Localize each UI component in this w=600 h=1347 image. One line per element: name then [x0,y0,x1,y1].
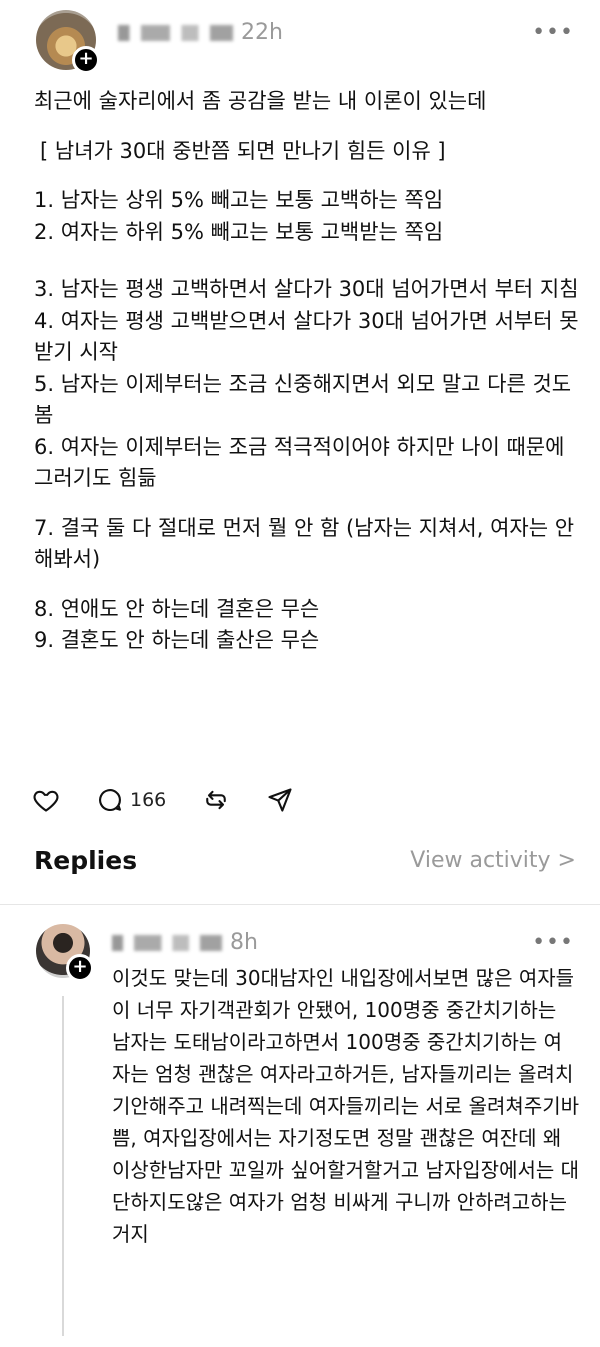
post-actions: 166 [32,786,330,814]
follow-plus-icon[interactable]: + [66,954,94,982]
post-line: 9. 결혼도 안 하는데 출산은 무슨 [34,628,320,652]
post-line: 1. 남자는 상위 5% 빼고는 보통 고백하는 쪽임 [34,188,444,212]
follow-plus-icon[interactable]: + [72,46,100,74]
post-body: 최근에 술자리에서 좀 공감을 받는 내 이론이 있는데 [ 남녀가 30대 중… [34,86,580,657]
reply-count: 166 [130,789,167,811]
repost-icon [206,790,227,810]
post-line: 4. 여자는 평생 고백받으면서 살다가 30대 넘어가면 서부터 못 받기 시… [34,308,579,365]
author-avatar[interactable]: + [36,10,100,74]
username-blurred[interactable] [112,934,222,951]
reply-meta: 8h [112,930,258,955]
replies-title: Replies [34,846,138,875]
post-line: 최근에 술자리에서 좀 공감을 받는 내 이론이 있는데 [34,89,487,113]
post-line: 6. 여자는 이제부터는 조금 적극적이어야 하지만 나이 때문에 그러기도 힘… [34,434,565,491]
reply-time: 8h [230,930,258,955]
post-meta: 22h [118,20,283,45]
post-more-icon[interactable]: ••• [532,20,574,45]
username-blurred[interactable] [118,24,233,41]
section-divider [0,904,600,905]
like-button[interactable] [32,786,60,814]
share-button[interactable] [266,786,294,814]
post-line: 2. 여자는 하위 5% 빼고는 보통 고백받는 쪽임 [34,219,444,244]
heart-icon [33,790,59,812]
comment-icon [99,789,121,812]
send-icon [268,788,292,812]
reply-more-icon[interactable]: ••• [532,930,574,955]
repost-button[interactable] [202,786,230,814]
post-line: [ 남녀가 30대 중반쯤 되면 만나기 힘든 이유 ] [40,138,446,163]
post-line: 5. 남자는 이제부터는 조금 신중해지면서 외모 말고 다른 것도 봄 [34,371,572,428]
reply-button[interactable]: 166 [96,786,166,814]
post-time: 22h [241,20,283,45]
thread-line [62,996,64,1336]
view-activity-link[interactable]: View activity > [410,848,576,873]
replies-header: Replies View activity > [34,846,576,875]
reply-author-avatar[interactable]: + [36,924,94,982]
post-line: 3. 남자는 평생 고백하면서 살다가 30대 넘어가면서 부터 지침 [34,277,579,301]
reply-body: 이것도 맞는데 30대남자인 내입장에서보면 많은 여자들이 너무 자기객관회가… [112,966,580,1246]
post-line: 8. 연애도 안 하는데 결혼은 무슨 [34,596,320,621]
post-line: 7. 결국 둘 다 절대로 먼저 뭘 안 함 (남자는 지쳐서, 여자는 안 해… [34,515,575,572]
